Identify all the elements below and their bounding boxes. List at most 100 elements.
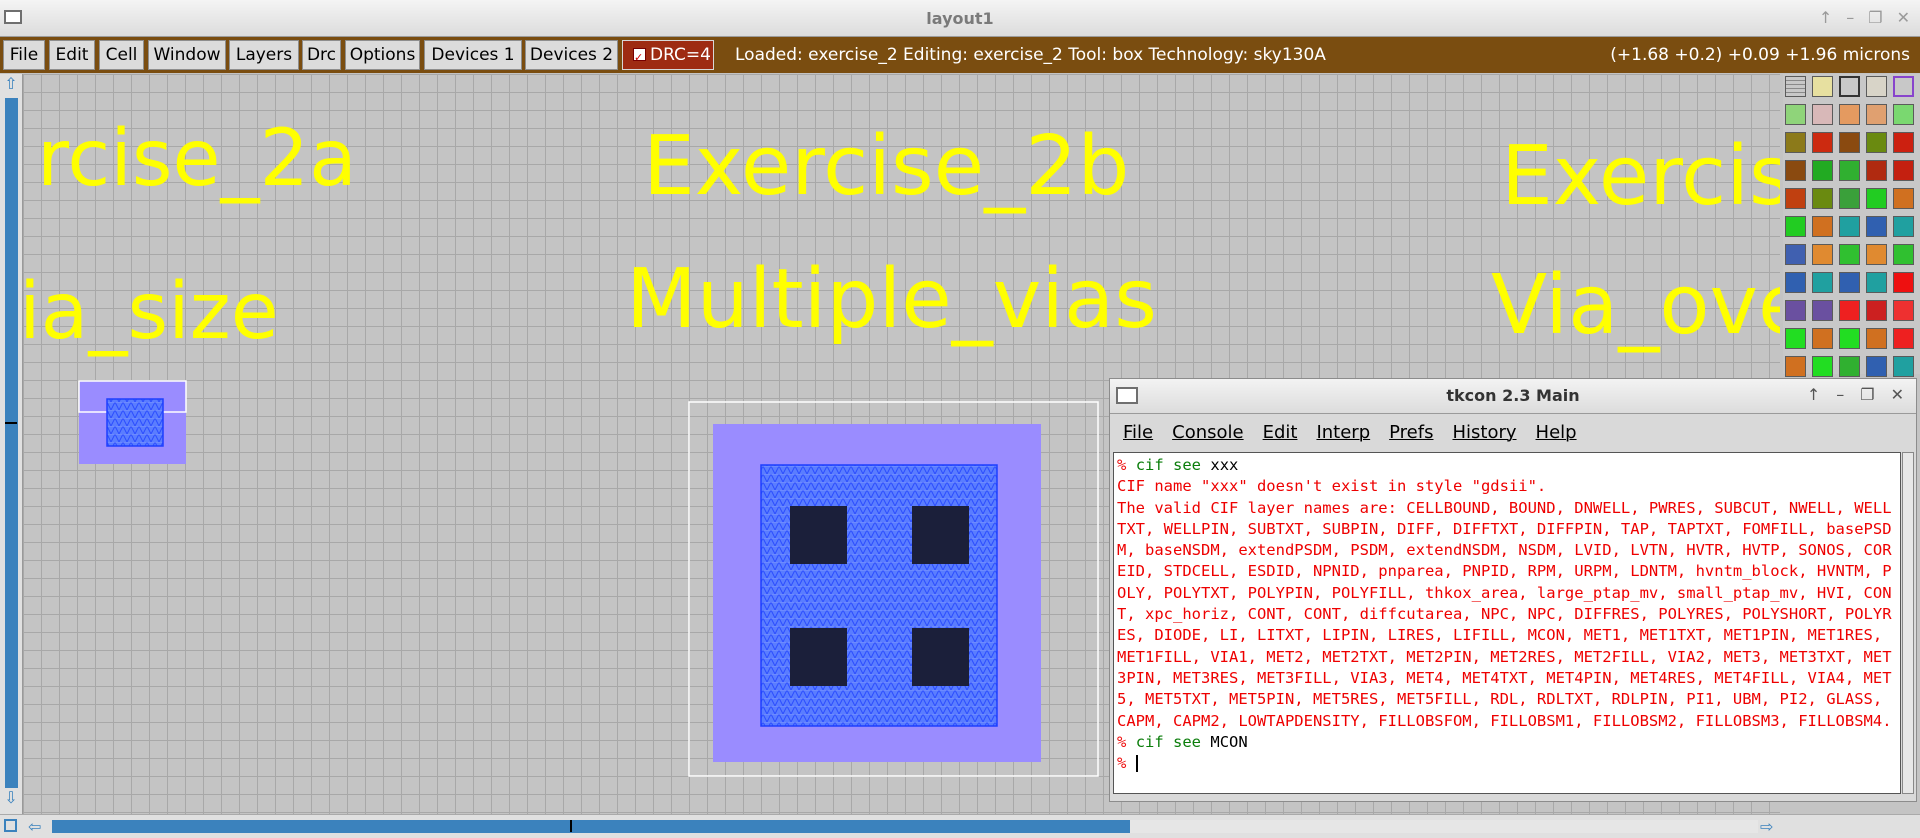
layer-swatch[interactable] (1839, 272, 1860, 293)
layer-swatch[interactable] (1785, 160, 1806, 181)
layer-swatch[interactable] (1866, 328, 1887, 349)
layer-swatch[interactable] (1866, 104, 1887, 125)
layer-swatch[interactable] (1866, 188, 1887, 209)
maximize-icon[interactable]: ↑ (1819, 8, 1832, 27)
scroll-down-icon[interactable]: ⇩ (3, 790, 19, 806)
layer-swatch[interactable] (1839, 216, 1860, 237)
layer-swatch[interactable] (1785, 328, 1806, 349)
layer-swatch[interactable] (1893, 188, 1914, 209)
horizontal-scrollbar[interactable]: ⇦ ⇨ (0, 814, 1920, 838)
layer-swatch[interactable] (1812, 104, 1833, 125)
vertical-scroll-thumb[interactable] (5, 98, 18, 788)
layer-swatch[interactable] (1785, 272, 1806, 293)
mcon-contact[interactable] (790, 506, 847, 564)
layer-swatch[interactable] (1839, 104, 1860, 125)
via-rect-2a[interactable] (106, 398, 164, 447)
layer-swatch[interactable] (1866, 76, 1887, 97)
layer-swatch[interactable] (1893, 356, 1914, 377)
layer-swatch[interactable] (1839, 328, 1860, 349)
layer-swatch[interactable] (1839, 188, 1860, 209)
layer-swatch[interactable] (1839, 160, 1860, 181)
tkcon-scrollbar[interactable] (1902, 452, 1914, 794)
minimize-icon[interactable]: – (1846, 8, 1854, 27)
layer-swatch[interactable] (1785, 244, 1806, 265)
layer-swatch[interactable] (1893, 272, 1914, 293)
minimize-icon[interactable]: – (1836, 385, 1844, 404)
scroll-left-icon[interactable]: ⇦ (28, 817, 41, 836)
layer-swatch[interactable] (1785, 104, 1806, 125)
layer-swatch[interactable] (1812, 160, 1833, 181)
close-icon[interactable]: ✕ (1897, 8, 1910, 27)
close-icon[interactable]: ✕ (1891, 385, 1904, 404)
layer-swatch[interactable] (1839, 356, 1860, 377)
menu-file[interactable]: File (3, 40, 45, 70)
layer-swatch[interactable] (1893, 244, 1914, 265)
mcon-contact[interactable] (912, 506, 969, 564)
drc-toggle[interactable]: DRC=4 (622, 40, 714, 72)
menu-cell[interactable]: Cell (99, 40, 144, 70)
layer-swatch[interactable] (1866, 272, 1887, 293)
layer-swatch[interactable] (1812, 328, 1833, 349)
layer-swatch[interactable] (1866, 356, 1887, 377)
tkcon-menu-interp[interactable]: Interp (1303, 414, 1376, 448)
layer-swatch[interactable] (1812, 272, 1833, 293)
layer-swatch[interactable] (1839, 76, 1860, 97)
menu-options[interactable]: Options (345, 40, 420, 70)
layer-swatch[interactable] (1785, 188, 1806, 209)
menu-devices-2[interactable]: Devices 2 (525, 40, 618, 70)
maximize-icon[interactable]: ↑ (1807, 385, 1820, 404)
scroll-up-icon[interactable]: ⇧ (3, 76, 19, 92)
tkcon-menu-help[interactable]: Help (1523, 414, 1583, 448)
layer-swatch[interactable] (1839, 244, 1860, 265)
layer-swatch[interactable] (1893, 328, 1914, 349)
layer-swatch[interactable] (1785, 76, 1806, 97)
layer-swatch[interactable] (1812, 216, 1833, 237)
horizontal-scroll-track[interactable] (1130, 820, 1758, 833)
tkcon-menu-prefs[interactable]: Prefs (1376, 414, 1439, 448)
layer-swatch[interactable] (1812, 76, 1833, 97)
tkcon-menu-file[interactable]: File (1110, 414, 1159, 448)
mcon-contact[interactable] (912, 628, 969, 686)
tkcon-menu-console[interactable]: Console (1159, 414, 1249, 448)
menu-window[interactable]: Window (148, 40, 226, 70)
drc-checkbox[interactable] (633, 44, 646, 72)
menu-edit[interactable]: Edit (49, 40, 95, 70)
layer-swatch[interactable] (1839, 132, 1860, 153)
layer-swatch[interactable] (1785, 132, 1806, 153)
layer-swatch[interactable] (1893, 300, 1914, 321)
layer-swatch[interactable] (1866, 160, 1887, 181)
layer-swatch[interactable] (1893, 132, 1914, 153)
layer-swatch[interactable] (1866, 300, 1887, 321)
layer-swatch[interactable] (1812, 188, 1833, 209)
restore-icon[interactable]: ❐ (1868, 8, 1882, 27)
scroll-right-icon[interactable]: ⇨ (1760, 817, 1773, 836)
layer-swatch[interactable] (1812, 300, 1833, 321)
layer-swatch[interactable] (1893, 76, 1914, 97)
tkcon-menu-edit[interactable]: Edit (1250, 414, 1304, 448)
layer-swatch[interactable] (1812, 244, 1833, 265)
zoom-box-icon[interactable] (4, 819, 17, 832)
via-array-2b[interactable] (760, 464, 998, 727)
layer-swatch[interactable] (1866, 244, 1887, 265)
layer-swatch[interactable] (1866, 216, 1887, 237)
layer-swatch[interactable] (1893, 160, 1914, 181)
layer-swatch[interactable] (1893, 104, 1914, 125)
menu-layers[interactable]: Layers (229, 40, 299, 70)
layer-swatch[interactable] (1866, 132, 1887, 153)
mcon-contact[interactable] (790, 628, 847, 686)
tkcon-menu-history[interactable]: History (1439, 414, 1522, 448)
menu-drc[interactable]: Drc (302, 40, 341, 70)
menu-devices-1[interactable]: Devices 1 (424, 40, 522, 70)
layer-swatch[interactable] (1893, 216, 1914, 237)
layer-swatch[interactable] (1839, 300, 1860, 321)
vertical-scrollbar[interactable]: ⇧ ⇩ (0, 74, 23, 814)
console-input-line[interactable]: % (1117, 753, 1897, 774)
layer-swatch[interactable] (1812, 356, 1833, 377)
horizontal-scroll-thumb[interactable] (52, 820, 1130, 833)
layer-swatch[interactable] (1785, 356, 1806, 377)
layer-swatch[interactable] (1812, 132, 1833, 153)
layer-swatch[interactable] (1785, 300, 1806, 321)
restore-icon[interactable]: ❐ (1860, 385, 1874, 404)
layer-swatch[interactable] (1785, 216, 1806, 237)
tkcon-console-output[interactable]: % cif see xxx CIF name "xxx" doesn't exi… (1113, 452, 1901, 794)
